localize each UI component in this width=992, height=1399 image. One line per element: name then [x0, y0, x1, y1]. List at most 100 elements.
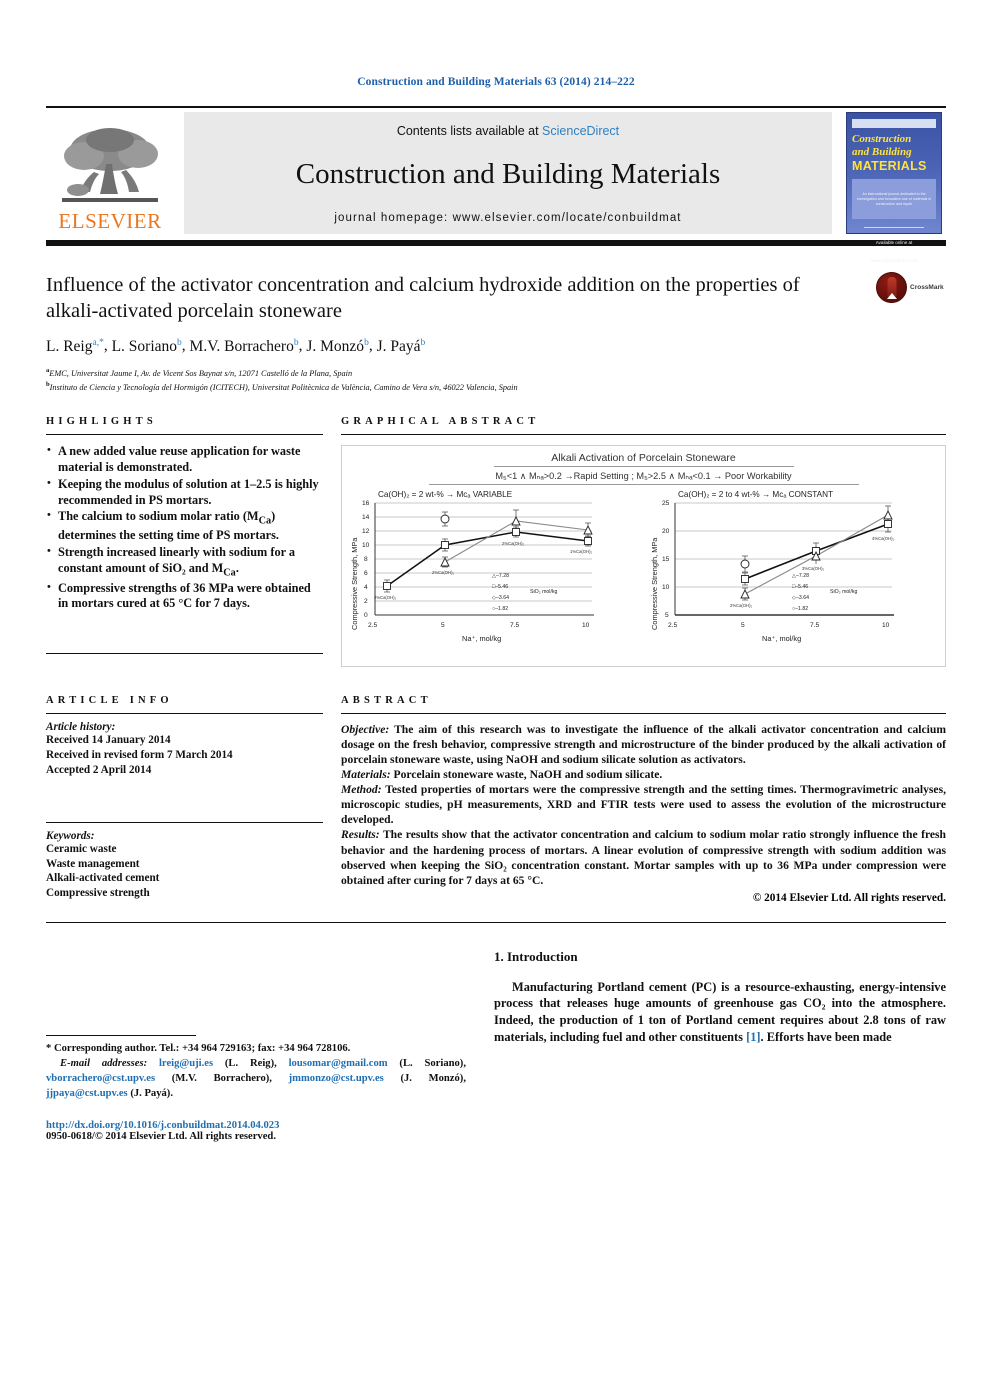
abstract-heading: ABSTRACT — [341, 695, 432, 707]
chart-subtitle-rule — [428, 484, 859, 486]
crossmark-badge[interactable]: CrossMark — [876, 268, 946, 306]
author: M.V. Borracherob — [190, 337, 299, 354]
graphical-abstract-column: GRAPHICAL ABSTRACT Alkali Activation of … — [323, 416, 946, 668]
keyword: Waste management — [46, 857, 140, 870]
paper-page: Construction and Building Materials 63 (… — [0, 76, 992, 1399]
corresponding-author-note: * Corresponding author. Tel.: +34 964 72… — [46, 1042, 351, 1054]
introduction-column: 1. Introduction Manufacturing Portland c… — [466, 949, 946, 1142]
email-link[interactable]: jmmonzo@cst.upv.es — [289, 1073, 384, 1084]
journal-cover: Construction and Building MATERIALS An i… — [842, 112, 946, 263]
keyword: Compressive strength — [46, 887, 150, 900]
abstract-text: Tested properties of mortars were the co… — [341, 783, 946, 827]
footnote-column: * Corresponding author. Tel.: +34 964 72… — [46, 949, 466, 1142]
masthead: ELSEVIER Contents lists available at Sci… — [46, 112, 946, 263]
chart-panel-left: Ca(OH)₂ = 2 wt-% → Mᴄₐ VARIABLE Compress… — [342, 488, 642, 648]
cover-footer: Available online at www.sciencedirect.co… — [852, 227, 936, 267]
keyword: Alkali-activated cement — [46, 872, 160, 885]
chart-panel-right: Ca(OH)₂ = 2 to 4 wt-% → Mᴄₐ CONSTANT Com… — [642, 488, 932, 648]
keywords-rule — [46, 821, 323, 823]
author-name: L. Reig — [46, 337, 93, 355]
masthead-center: Contents lists available at ScienceDirec… — [184, 112, 832, 234]
email-owner: (J. Payá). — [130, 1087, 173, 1099]
list-item: The calcium to sodium molar ratio (MCa) … — [46, 508, 323, 544]
legend-entry: □–5.46 — [792, 584, 809, 591]
abstract-paragraph: Method: Tested properties of mortars wer… — [341, 782, 946, 827]
crossmark-label: CrossMark — [910, 283, 944, 291]
chart-point-label: 1%Ca(OH)₂ — [570, 549, 593, 555]
abstract-rule — [341, 713, 946, 715]
elsevier-wordmark: ELSEVIER — [58, 209, 162, 233]
affiliation-text: Instituto de Ciencia y Tecnología del Ho… — [49, 382, 518, 392]
publisher-logo: ELSEVIER — [46, 112, 174, 234]
abstract-paragraph: Materials: Porcelain stoneware waste, Na… — [341, 767, 946, 782]
legend-title: SiO₂ mol/kg — [830, 589, 858, 596]
journal-title: Construction and Building Materials — [295, 158, 721, 191]
article-history: Article history: Received 14 January 201… — [46, 721, 323, 778]
list-item: Strength increased linearly with sodium … — [46, 544, 323, 580]
email-link[interactable]: jjpaya@cst.upv.es — [46, 1088, 128, 1099]
list-item: A new added value reuse application for … — [46, 443, 323, 476]
masthead-bottom-rule — [46, 240, 946, 246]
journal-cover-image: Construction and Building MATERIALS An i… — [846, 112, 942, 263]
legend-entry: ○–1.82 — [792, 606, 809, 613]
email-owner: (L. Reig), — [224, 1057, 277, 1069]
legend-entry: △–7.28 — [792, 573, 809, 580]
chart-point-label: 4%Ca(OH)₂ — [872, 536, 895, 542]
chart-left-plot — [374, 502, 594, 616]
abstract-text: The aim of this research was to investig… — [341, 723, 946, 767]
reference-link[interactable]: [1] — [746, 1030, 760, 1044]
cover-line3: MATERIALS — [852, 159, 927, 174]
chart-point-label: 2%Ca(OH)₂ — [730, 603, 753, 609]
abstract-text: The results show that the activator conc… — [341, 828, 946, 887]
author: J. Monzób — [306, 337, 368, 355]
email-link[interactable]: lousomar@gmail.com — [289, 1058, 388, 1069]
chart-subtitle: M₅<1 ∧ Mₙₐ>0.2 →Rapid Setting ; M₅>2.5 ∧… — [495, 471, 792, 482]
affiliation-list: aEMC, Universitat Jaume I, Av. de Vicent… — [46, 366, 946, 394]
introduction-paragraph: Manufacturing Portland cement (PC) is a … — [494, 979, 946, 1045]
page-title: Influence of the activator concentration… — [46, 274, 800, 323]
email-owner: (M.V. Borrachero), — [171, 1072, 272, 1084]
highlights-bottom-rule — [46, 653, 323, 655]
article-info-column: ARTICLE INFO Article history: Received 1… — [46, 695, 323, 904]
abstract-text: Porcelain stoneware waste, NaOH and sodi… — [390, 768, 663, 782]
email-owner: (L. Soriano), — [399, 1057, 466, 1069]
crossmark-icon — [876, 271, 907, 303]
author-name: J. Monzó — [306, 337, 365, 355]
email-addresses: E-mail addresses: lreig@uji.es (L. Reig)… — [46, 1056, 466, 1101]
article-history-item: Received in revised form 7 March 2014 — [46, 748, 233, 761]
author-affil-mark: b — [177, 337, 182, 348]
abstract-label: Results: — [341, 828, 380, 842]
abstract-copyright: © 2014 Elsevier Ltd. All rights reserved… — [752, 891, 946, 904]
charts-row: Ca(OH)₂ = 2 wt-% → Mᴄₐ VARIABLE Compress… — [342, 488, 945, 648]
journal-homepage-link[interactable]: journal homepage: www.elsevier.com/locat… — [334, 212, 681, 224]
highlights-list: A new added value reuse application for … — [46, 443, 323, 613]
author-name: L. Soriano — [111, 337, 178, 355]
graphical-abstract-heading: GRAPHICAL ABSTRACT — [341, 416, 540, 428]
abstract-label: Materials: — [341, 768, 391, 782]
legend-entry: □–5.46 — [492, 584, 509, 591]
list-item: Keeping the modulus of solution at 1–2.5… — [46, 476, 323, 509]
cover-top-bar — [852, 119, 936, 128]
abstract-label: Method: — [341, 783, 382, 797]
abstract-column: ABSTRACT Objective: The aim of this rese… — [323, 695, 946, 904]
email-link[interactable]: vborrachero@cst.upv.es — [46, 1073, 155, 1084]
email-link[interactable]: lreig@uji.es — [159, 1058, 213, 1069]
author: L. Sorianob — [111, 337, 182, 355]
list-item: Compressive strengths of 36 MPa were obt… — [46, 580, 323, 613]
highlights-heading: HIGHLIGHTS — [46, 416, 157, 428]
intro-text-post: . Efforts have been made — [760, 1029, 892, 1044]
chart-point-label: 2%Ca(OH)₂ — [432, 570, 455, 576]
contents-line: Contents lists available at ScienceDirec… — [397, 124, 619, 138]
abstract-paragraph: Objective: The aim of this research was … — [341, 722, 946, 767]
highlights-graphical-band: HIGHLIGHTS A new added value reuse appli… — [0, 416, 992, 668]
footnote-rule — [46, 1034, 196, 1036]
author: J. Payáb — [377, 337, 426, 354]
elsevier-tree-icon — [62, 128, 158, 202]
doi-link[interactable]: http://dx.doi.org/10.1016/j.conbuildmat.… — [46, 1120, 466, 1131]
chart-right-plot — [674, 502, 894, 616]
article-history-label: Article history: — [46, 721, 116, 734]
sciencedirect-link[interactable]: ScienceDirect — [542, 124, 619, 138]
section-divider — [46, 921, 946, 923]
cover-blurb-text: An international journal dedicated to th… — [856, 192, 932, 206]
